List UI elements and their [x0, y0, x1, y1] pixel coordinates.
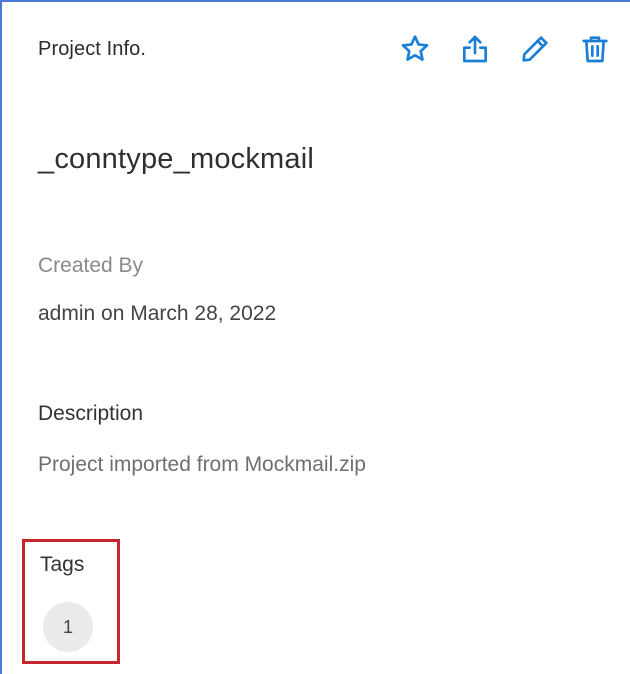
tag-chip[interactable]: 1 — [43, 602, 93, 652]
description-value: Project imported from Mockmail.zip — [38, 453, 366, 476]
export-button[interactable] — [458, 32, 492, 66]
delete-button[interactable] — [578, 32, 612, 66]
edit-button[interactable] — [518, 32, 552, 66]
pencil-icon — [522, 36, 548, 62]
created-by-label: Created By — [38, 254, 144, 277]
star-icon — [401, 35, 429, 61]
action-toolbar — [398, 32, 612, 66]
tags-section-highlight: Tags 1 — [22, 539, 120, 664]
project-name: _conntype_mockmail — [38, 143, 315, 175]
trash-icon — [582, 36, 608, 63]
tags-label: Tags — [40, 553, 85, 576]
panel-title: Project Info. — [38, 37, 147, 60]
description-label: Description — [38, 402, 144, 425]
upload-icon — [463, 35, 487, 63]
favorite-button[interactable] — [398, 32, 432, 66]
panel-header: Project Info. — [38, 32, 612, 66]
created-by-value: admin on March 28, 2022 — [38, 302, 277, 325]
